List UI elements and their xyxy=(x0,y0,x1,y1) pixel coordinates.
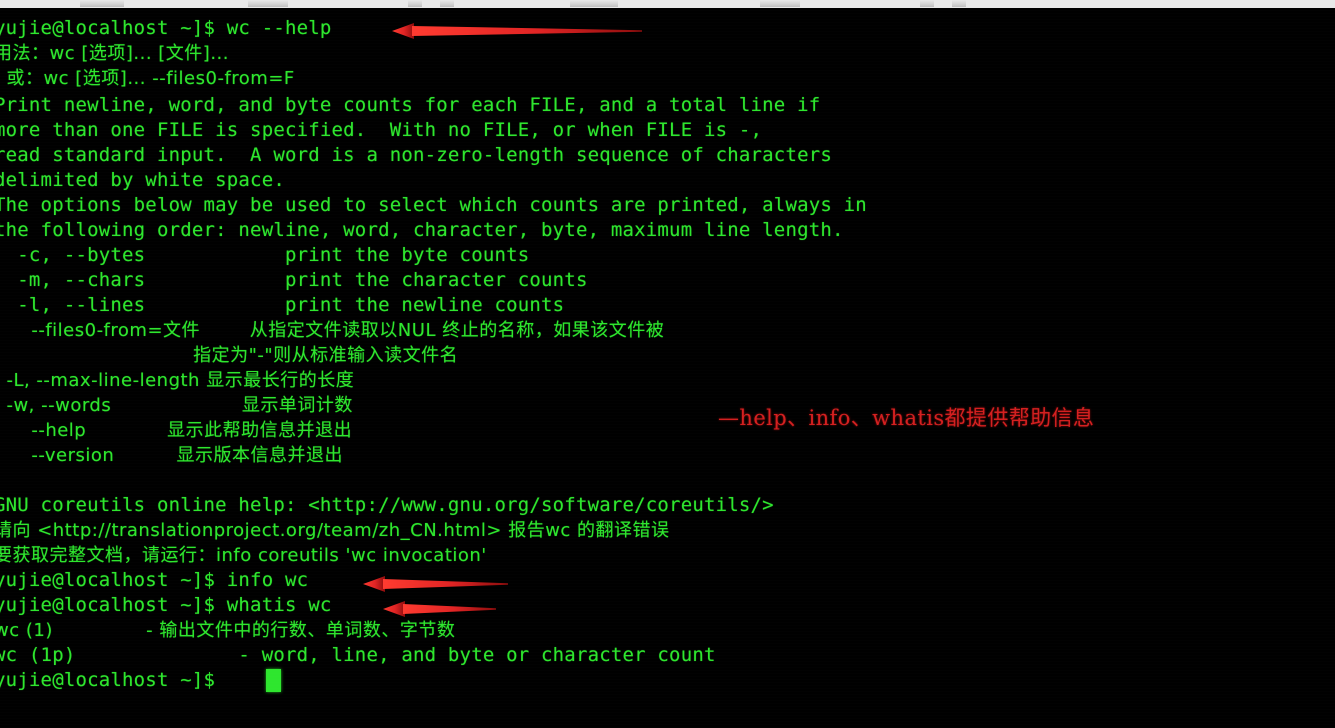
chrome-smudge xyxy=(248,0,288,7)
terminal-line-opt-bytes: -c, --bytes print the byte counts xyxy=(0,244,530,266)
chrome-smudge xyxy=(408,0,422,7)
terminal-line-opt-version: --version 显示版本信息并退出 xyxy=(0,445,343,466)
chrome-smudge xyxy=(440,0,454,7)
terminal-cursor xyxy=(266,669,281,692)
terminal-line-desc-4: delimited by white space. xyxy=(0,169,285,191)
terminal-line-desc-6: the following order: newline, word, char… xyxy=(0,219,844,241)
chrome-smudge xyxy=(570,0,618,7)
terminal-line-cmd-wc-help: yujie@localhost ~]$ wc --help xyxy=(0,17,332,39)
terminal-line-usage-1: 用法：wc [选项]... [文件]... xyxy=(0,43,229,64)
chrome-smudge xyxy=(760,0,800,7)
terminal-line-opt-files0-from: --files0-from=文件 从指定文件读取以NUL 终止的名称，如果该文件… xyxy=(0,320,665,341)
terminal-line-full-docs: 要获取完整文档，请运行：info coreutils 'wc invocatio… xyxy=(0,545,487,566)
arrow-whatis-wc xyxy=(383,598,496,620)
terminal-line-cmd-whatis-wc: yujie@localhost ~]$ whatis wc xyxy=(0,594,332,616)
terminal-line-whatis-out-2: wc (1p) - word, line, and byte or charac… xyxy=(0,644,716,666)
chrome-smudge xyxy=(80,0,124,7)
terminal-line-opt-help: --help 显示此帮助信息并退出 xyxy=(0,420,353,441)
terminal-window[interactable]: yujie@localhost ~]$ wc --help 用法：wc [选项].… xyxy=(0,8,1335,728)
terminal-line-opt-chars: -m, --chars print the character counts xyxy=(0,269,588,291)
red-annotation-note: —help、info、whatis都提供帮助信息 xyxy=(718,406,1095,430)
terminal-line-opt-words: -w, --words 显示单词计数 xyxy=(0,395,353,416)
terminal-line-desc-1: Print newline, word, and byte counts for… xyxy=(0,94,821,116)
terminal-line-prompt-final: yujie@localhost ~]$ xyxy=(0,669,227,691)
chrome-smudge xyxy=(952,0,966,7)
arrow-wc-help xyxy=(392,20,642,42)
terminal-line-whatis-out-1: wc (1) - 输出文件中的行数、单词数、字节数 xyxy=(0,620,456,641)
terminal-line-usage-2: 或：wc [选项]... --files0-from=F xyxy=(0,68,295,89)
terminal-line-report-bugs: 请向 <http://translationproject.org/team/z… xyxy=(0,520,670,541)
arrow-info-wc xyxy=(363,573,508,595)
terminal-line-desc-2: more than one FILE is specified. With no… xyxy=(0,119,763,141)
terminal-line-opt-lines: -l, --lines print the newline counts xyxy=(0,294,565,316)
terminal-line-online-help: GNU coreutils online help: <http://www.g… xyxy=(0,494,774,516)
terminal-line-desc-5: The options below may be used to select … xyxy=(0,194,867,216)
terminal-line-desc-3: read standard input. A word is a non-zer… xyxy=(0,144,833,166)
chrome-smudge xyxy=(920,0,934,7)
terminal-line-cmd-info-wc: yujie@localhost ~]$ info wc xyxy=(0,569,309,591)
terminal-line-opt-files0-from-2: 指定为"-"则从标准输入读文件名 xyxy=(0,345,459,366)
terminal-line-opt-max-line-length: -L, --max-line-length 显示最长行的长度 xyxy=(0,370,355,391)
